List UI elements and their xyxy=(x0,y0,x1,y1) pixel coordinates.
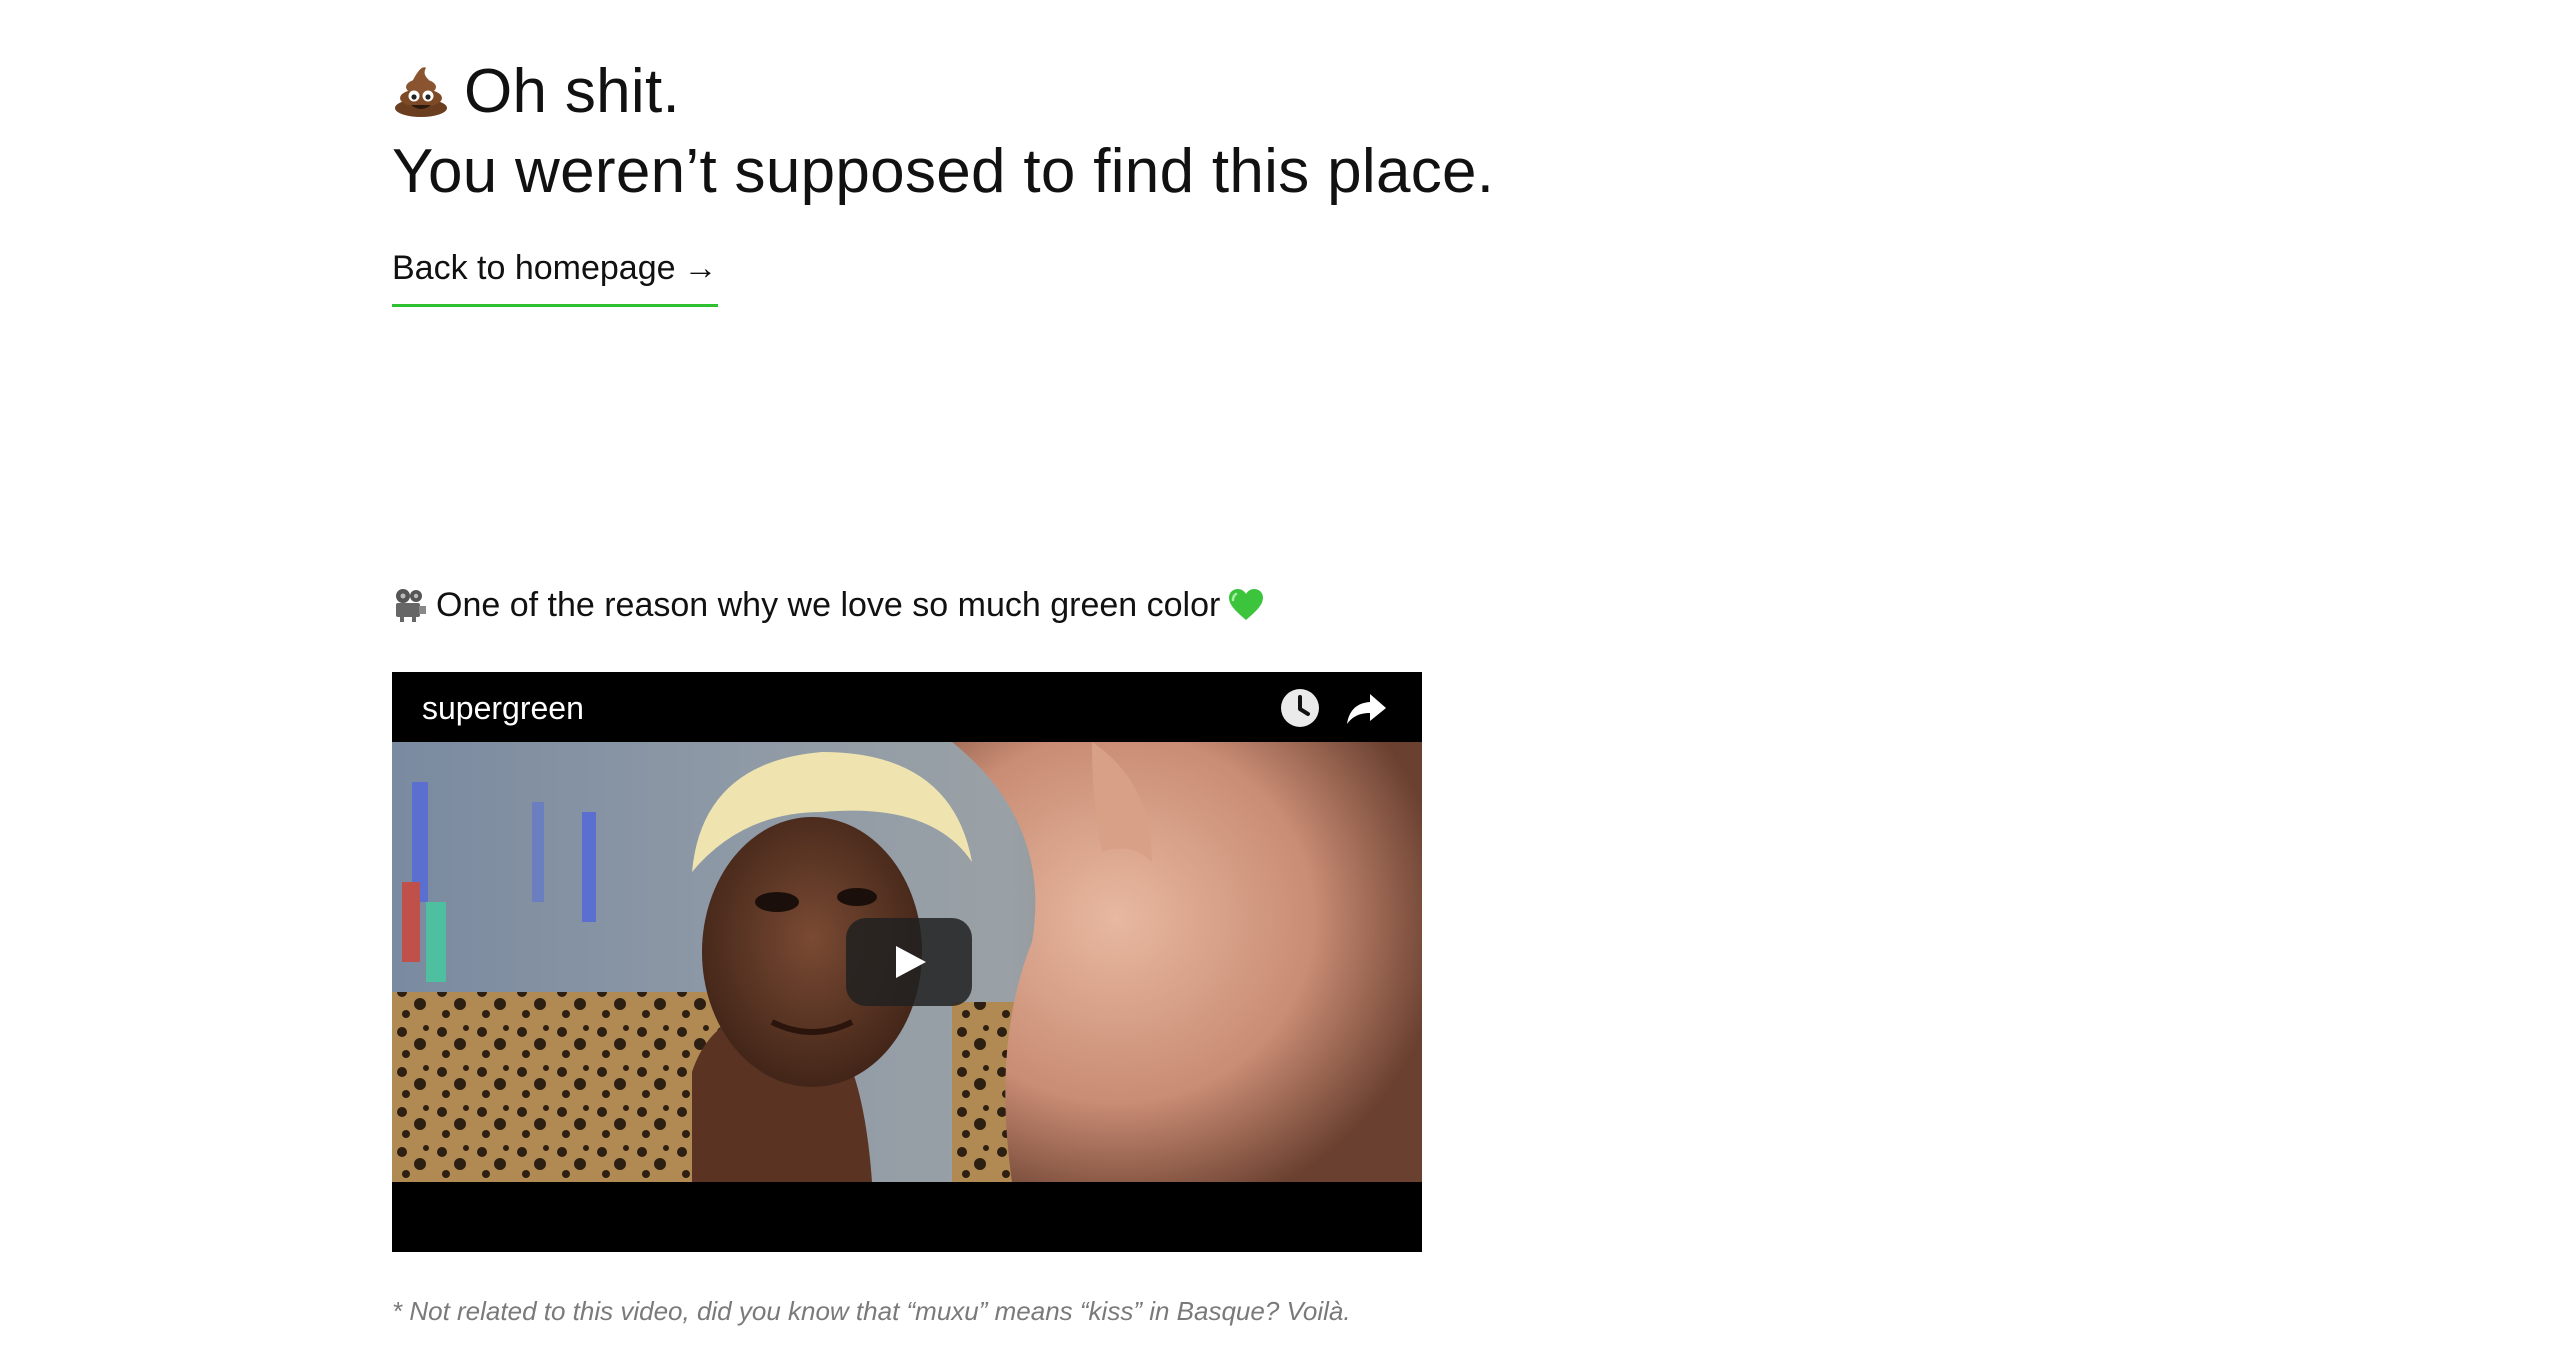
title-line-1: Oh shit. xyxy=(464,57,681,126)
right-arrow-icon: → xyxy=(683,249,718,287)
pile-of-poo-icon xyxy=(392,58,450,117)
green-heart-icon xyxy=(1228,588,1264,622)
play-button[interactable] xyxy=(846,918,972,1006)
video-top-bar: supergreen xyxy=(392,672,1422,742)
page-title: Oh shit. You weren’t supposed to find th… xyxy=(392,52,1592,212)
section-heading: One of the reason why we love so much gr… xyxy=(392,582,1264,628)
video-title[interactable]: supergreen xyxy=(422,688,584,728)
error-page: Oh shit. You weren’t supposed to find th… xyxy=(0,0,2554,1364)
share-arrow-icon[interactable] xyxy=(1344,686,1388,730)
play-icon xyxy=(846,946,972,1010)
title-line-2: You weren’t supposed to find this place. xyxy=(392,137,1495,206)
back-link-label: Back to homepage xyxy=(392,249,676,287)
video-player[interactable]: supergreen xyxy=(392,672,1422,1252)
clock-icon[interactable] xyxy=(1278,686,1322,730)
footnote: * Not related to this video, did you kno… xyxy=(392,1296,1351,1326)
film-projector-icon xyxy=(392,587,428,623)
section-title-text: One of the reason why we love so much gr… xyxy=(436,586,1221,624)
back-to-homepage-link[interactable]: Back to homepage → xyxy=(392,246,718,307)
header-section: Oh shit. You weren’t supposed to find th… xyxy=(392,52,1592,307)
